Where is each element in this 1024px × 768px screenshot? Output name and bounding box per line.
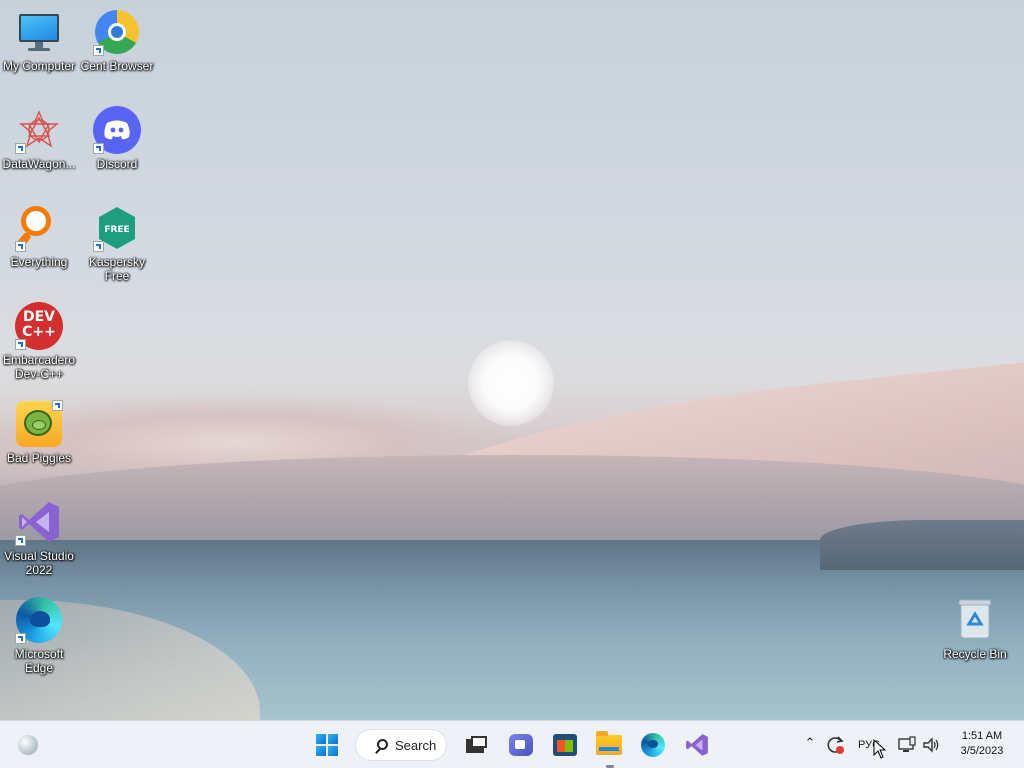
show-hidden-icons-chevron-icon[interactable]: ⌃ (801, 735, 819, 753)
desktop-icon-label: Cent Browser (80, 59, 154, 73)
clock[interactable]: 1:51 AM 3/5/2023 (948, 729, 1016, 759)
devcpp-icon: DEV C++ (15, 302, 63, 350)
desktop-icon-label: Embarcadero Dev-C++ (2, 353, 76, 381)
mouse-cursor-icon (873, 739, 887, 759)
desktop-icon-cent-browser[interactable]: Cent Browser (78, 8, 156, 73)
file-explorer-icon (596, 731, 622, 755)
edge-icon (641, 733, 665, 757)
start-button[interactable] (311, 729, 343, 761)
monitor-icon (15, 8, 63, 56)
task-view-icon (460, 729, 492, 761)
search-icon (377, 739, 388, 750)
discord-icon (93, 106, 141, 154)
shortcut-arrow-icon (93, 45, 104, 56)
file-explorer-button[interactable] (593, 729, 625, 761)
cent-browser-icon (93, 8, 141, 56)
visual-studio-taskbar-button[interactable] (681, 729, 713, 761)
shortcut-arrow-icon (15, 241, 26, 252)
desktop-icon-my-computer[interactable]: My Computer (0, 8, 78, 73)
desktop-icon-label: Everything (10, 255, 68, 269)
visual-studio-icon (15, 498, 63, 546)
widgets-button[interactable] (12, 729, 44, 761)
desktop-icon-label: DataWagon... (2, 157, 76, 171)
desktop-icon-label: My Computer (2, 59, 76, 73)
desktop-icon-label: Microsoft Edge (14, 647, 64, 675)
clock-time: 1:51 AM (961, 730, 1003, 742)
desktop-icon-everything[interactable]: Everything (0, 204, 78, 269)
desktop-icon-devcpp[interactable]: DEV C++ Embarcadero Dev-C++ (0, 302, 78, 381)
wallpaper-shore-right (820, 520, 1024, 570)
desktop-icon-bad-piggies[interactable]: Bad Piggies (0, 400, 78, 465)
desktop-icon-label: Bad Piggies (6, 451, 72, 465)
datawagon-icon (15, 106, 63, 154)
desktop-icon-datawagon[interactable]: DataWagon... (0, 106, 78, 171)
desktop-icon-label: Discord (96, 157, 138, 171)
edge-taskbar-button[interactable] (637, 729, 669, 761)
start-icon (316, 734, 338, 756)
shortcut-arrow-icon (15, 633, 26, 644)
shortcut-arrow-icon (93, 143, 104, 154)
volume-icon[interactable] (921, 735, 941, 755)
clock-date: 3/5/2023 (960, 745, 1004, 757)
kaspersky-badge-text: FREE (104, 225, 129, 235)
edge-icon (15, 596, 63, 644)
desktop-icon-discord[interactable]: Discord (78, 106, 156, 171)
desktop-icon-edge[interactable]: Microsoft Edge (0, 596, 78, 675)
update-sync-icon[interactable] (824, 734, 846, 756)
kaspersky-icon: FREE (93, 204, 141, 252)
devcpp-badge-line: DEV (22, 309, 56, 325)
bad-piggies-icon (15, 400, 63, 448)
desktop-icon-kaspersky[interactable]: FREE Kaspersky Free (78, 204, 156, 283)
taskbar-search[interactable]: Search (355, 729, 447, 761)
task-view-button[interactable] (460, 729, 492, 761)
shortcut-arrow-icon (93, 241, 104, 252)
teams-chat-icon (509, 734, 533, 756)
taskbar: Search ⌃ РУС 1:51 AM 3/5/2023 (0, 720, 1024, 768)
shortcut-arrow-icon (52, 400, 63, 411)
widgets-icon (18, 735, 38, 755)
shortcut-arrow-icon (15, 535, 26, 546)
shortcut-arrow-icon (15, 143, 26, 154)
recycle-bin-icon (951, 596, 999, 644)
search-label: Search (395, 737, 437, 753)
microsoft-store-button[interactable] (549, 729, 581, 761)
everything-icon (14, 204, 63, 252)
desktop-icon-label: Visual Studio 2022 (4, 549, 74, 577)
visual-studio-icon (686, 734, 708, 756)
microsoft-store-icon (553, 734, 577, 756)
devcpp-badge-line: C++ (22, 324, 56, 340)
desktop-icon-visual-studio[interactable]: Visual Studio 2022 (0, 498, 78, 577)
shortcut-arrow-icon (15, 339, 26, 350)
desktop-icon-label: Recycle Bin (943, 647, 1007, 661)
network-icon[interactable] (897, 735, 917, 755)
desktop-icon-recycle-bin[interactable]: Recycle Bin (936, 596, 1014, 661)
chat-button[interactable] (505, 729, 537, 761)
desktop-icon-label: Kaspersky Free (88, 255, 146, 283)
